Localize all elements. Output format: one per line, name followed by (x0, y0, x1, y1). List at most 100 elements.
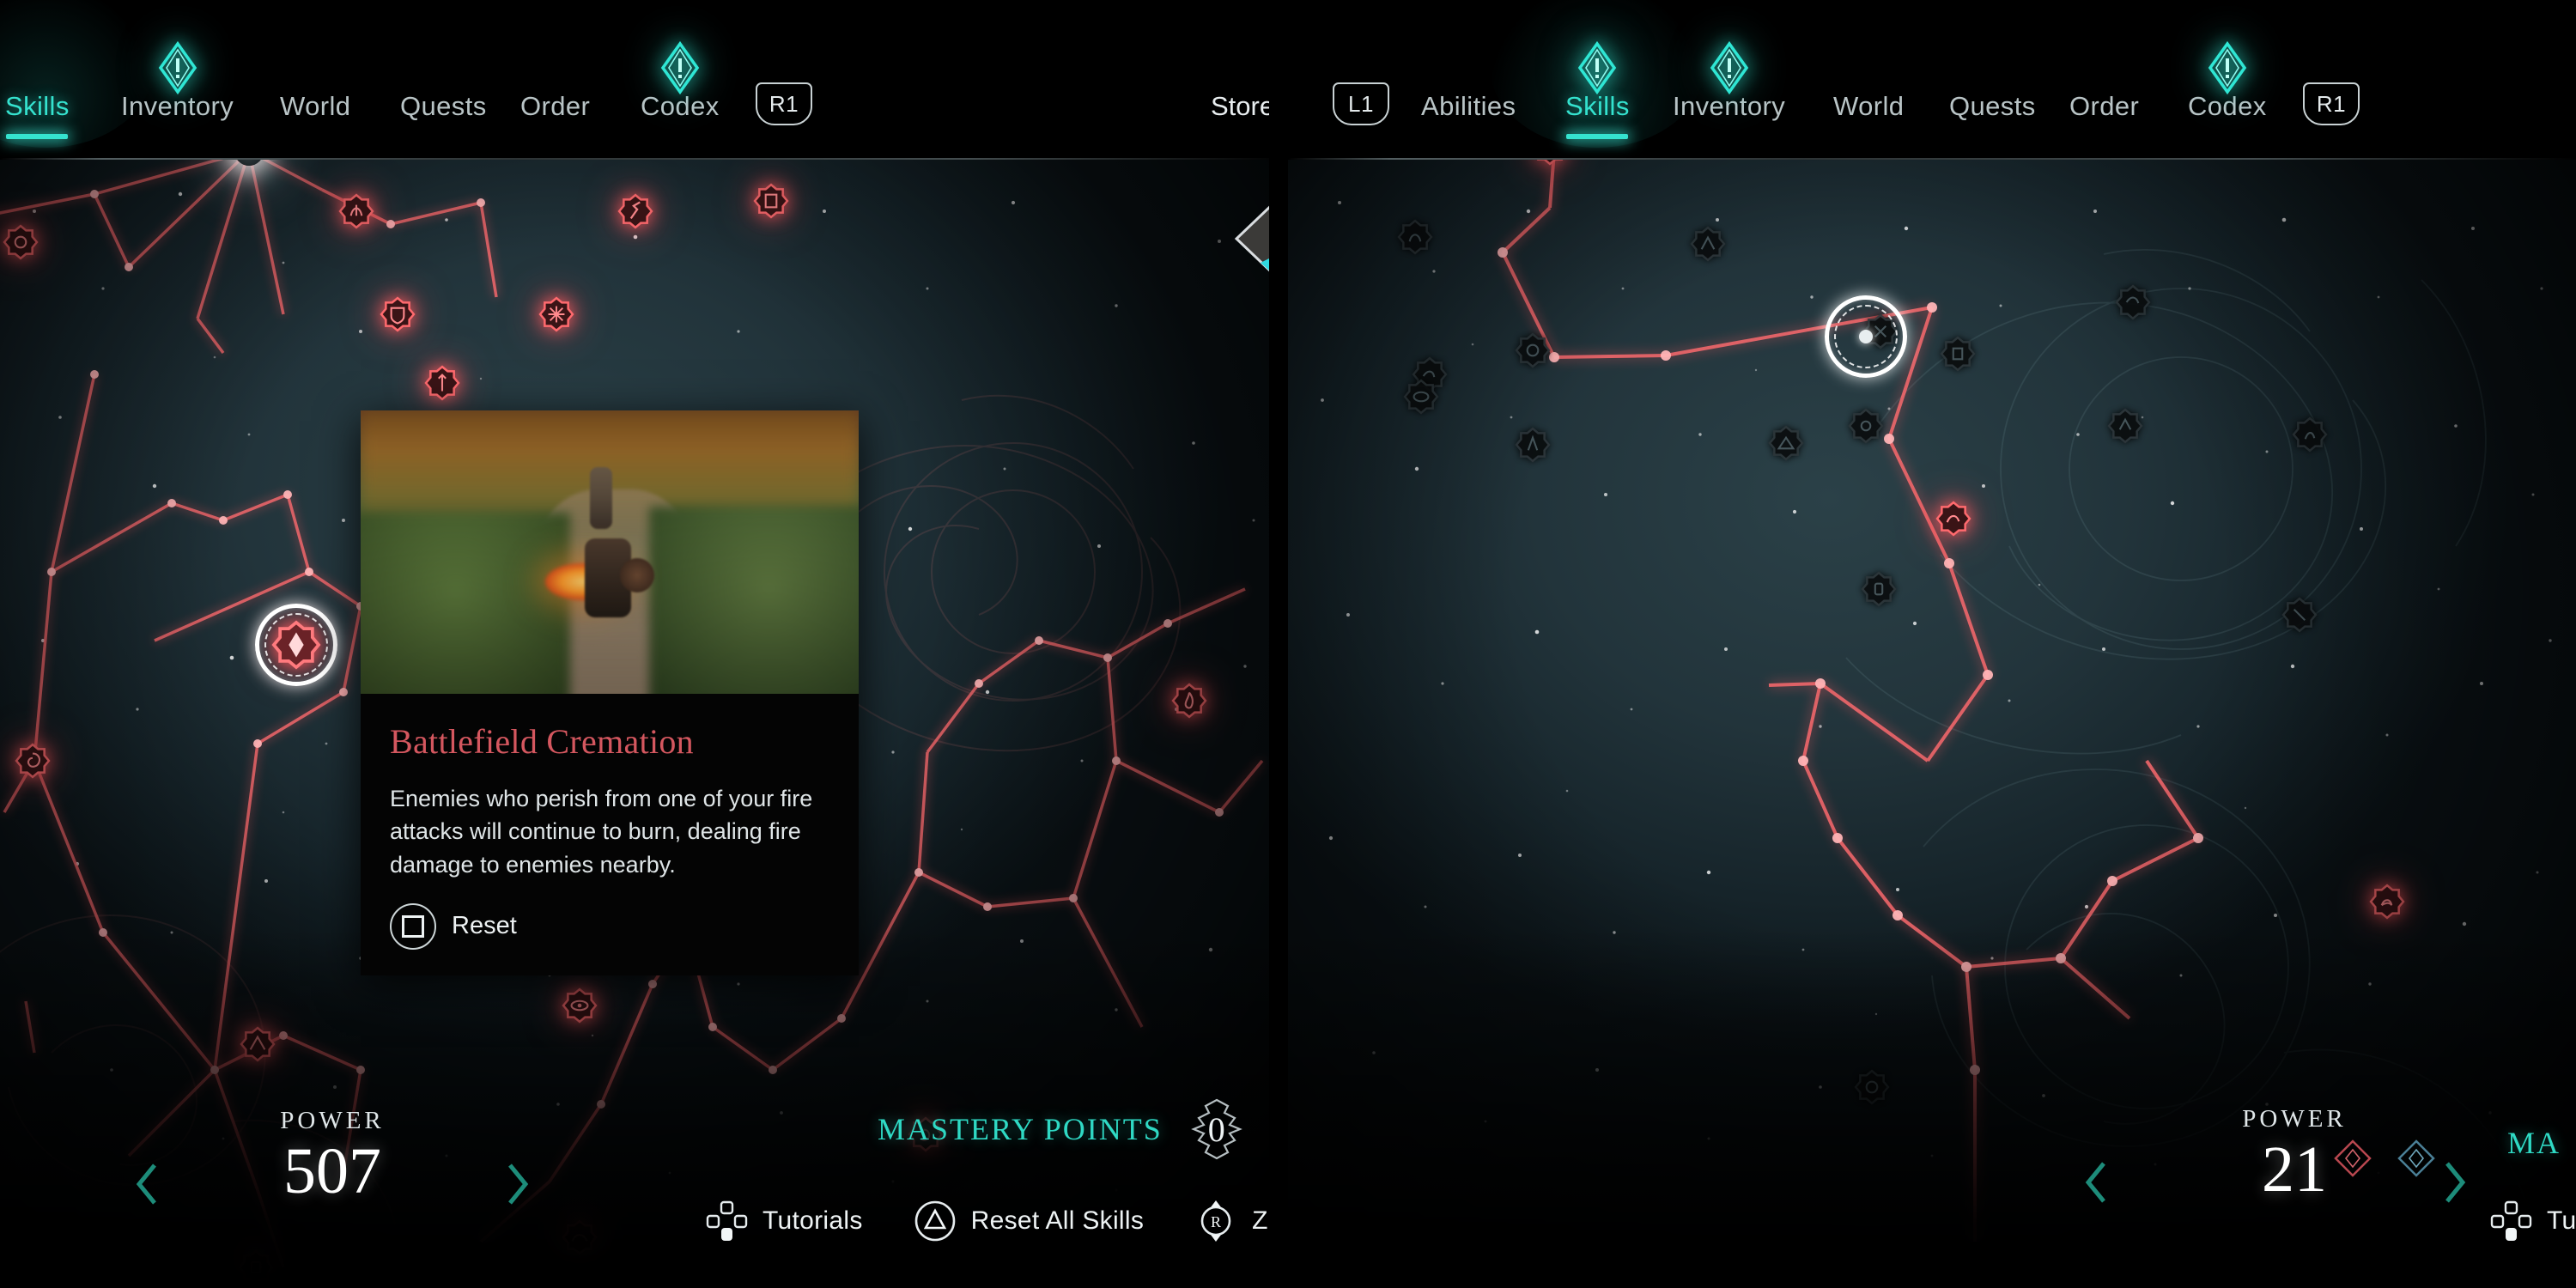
nav-item-world[interactable]: World (280, 91, 350, 122)
skill-node-locked-15[interactable] (1854, 1069, 1890, 1105)
skill-node-fire-arrow[interactable] (1171, 683, 1207, 719)
selection-cursor (255, 604, 337, 686)
nav-item-order[interactable]: Order (520, 91, 590, 122)
skill-node-locked-16[interactable] (2292, 416, 2328, 453)
reset-all-skills-button[interactable]: Reset All Skills (913, 1199, 1145, 1243)
alert-diamond-icon (1577, 41, 1617, 94)
nav-item-inventory[interactable]: Inventory (121, 41, 234, 122)
r1-label: R1 (769, 90, 799, 117)
power-next-chevron-icon[interactable] (505, 1162, 531, 1206)
skill-node-raid-cry[interactable] (338, 193, 374, 229)
right-screenshot-panel: POWER 21 MA Tu L1 Abilities Skills Inven… (1288, 0, 2576, 1288)
selection-cursor (1825, 295, 1907, 378)
r1-shoulder-chip[interactable]: R1 (756, 82, 812, 125)
power-label: POWER (2242, 1104, 2347, 1133)
skill-node-adrenaline[interactable] (240, 1026, 276, 1062)
skill-node-locked-8[interactable] (1940, 336, 1976, 372)
nav-item-codex[interactable]: Codex (641, 41, 720, 122)
nav-item-abilities[interactable]: Abilities (1421, 91, 1516, 122)
skill-node-hunter-reflex[interactable] (562, 1219, 598, 1255)
tutorials-label: Tutorials (762, 1206, 863, 1235)
skill-title: Battlefield Cremation (390, 722, 694, 761)
skill-node-rolling-dodge[interactable] (15, 743, 51, 779)
mastery-points-value: 0 (1207, 1109, 1225, 1149)
power-prev-chevron-icon[interactable] (134, 1162, 160, 1206)
skill-description: Enemies who perish from one of your fire… (390, 786, 813, 878)
nav-item-order[interactable]: Order (2069, 91, 2139, 122)
reset-all-skills-label: Reset All Skills (970, 1206, 1145, 1235)
skill-node-defense-boost[interactable] (238, 1249, 274, 1285)
left-mastery-points: MASTERY POINTS 0 (878, 1097, 1249, 1161)
l1-label: L1 (1348, 90, 1374, 117)
mastery-points-label: MASTERY POINTS (878, 1112, 1163, 1146)
skill-node-sprint[interactable] (617, 193, 653, 229)
alert-diamond-icon (1710, 41, 1749, 94)
nav-item-skills[interactable]: Skills (5, 91, 70, 122)
left-action-bar: Tutorials Reset All Skills R Zo (704, 1199, 1288, 1243)
tutorials-button[interactable]: Tutorials (2488, 1199, 2576, 1243)
nav-label: Abilities (1421, 91, 1516, 121)
right-action-bar: Tutorials (2488, 1199, 2576, 1243)
power-next-chevron-icon[interactable] (2442, 1160, 2468, 1205)
power-value: 21 (2262, 1133, 2327, 1206)
nav-item-quests[interactable]: Quests (1949, 91, 2036, 122)
nav-label: World (1833, 91, 1905, 121)
skill-node-active-mid (1948, 501, 1984, 537)
nav-label: Quests (400, 91, 487, 121)
nav-item-skills[interactable]: Skills (1565, 41, 1630, 122)
left-top-nav: Skills Inventory World Quests Order Code… (0, 0, 1288, 160)
nav-label: Skills (5, 91, 70, 121)
alert-diamond-icon (2208, 41, 2247, 94)
game-skill-tree-screen: Battlefield Cremation Enemies who perish… (0, 0, 2576, 1288)
skill-node-bear-mastery[interactable] (538, 296, 574, 332)
l1-shoulder-chip[interactable]: L1 (1333, 82, 1389, 125)
skill-node-stealth-recon[interactable] (562, 987, 598, 1024)
power-prev-chevron-icon[interactable] (2083, 1160, 2109, 1205)
skill-node-locked-1[interactable] (1397, 219, 1433, 255)
reset-skill-button[interactable]: Reset (390, 902, 829, 950)
panel-divider (1269, 0, 1288, 1288)
skill-node-fire-strike[interactable] (1532, 160, 1568, 166)
skill-node-locked-10[interactable] (1848, 408, 1884, 444)
square-button-icon (390, 902, 436, 950)
right-stick-icon: R (1194, 1199, 1238, 1243)
skill-node-stomp[interactable] (753, 183, 789, 219)
nav-label: Codex (2188, 91, 2267, 121)
nav-item-quests[interactable]: Quests (400, 91, 487, 122)
skill-node-light-foot[interactable] (3, 224, 39, 260)
skill-node-flame-burst[interactable] (2369, 884, 2405, 920)
store-label[interactable]: Store (1211, 91, 1274, 122)
power-label: POWER (280, 1106, 385, 1134)
nav-item-world[interactable]: World (1833, 91, 1904, 122)
nav-underline (1288, 158, 2576, 160)
triangle-button-icon (913, 1199, 957, 1243)
skill-node-locked-14[interactable] (2281, 597, 2318, 633)
nav-label: Codex (641, 91, 720, 121)
skill-node-locked-7[interactable] (1515, 427, 1551, 463)
skill-node-arrow-focus[interactable] (424, 365, 460, 401)
tutorials-button[interactable]: Tutorials (704, 1199, 863, 1243)
mastery-points-label: MA (2507, 1126, 2561, 1160)
nav-label: Order (2069, 91, 2140, 121)
skill-node-locked-9[interactable] (2115, 284, 2151, 320)
skill-node-locked-2[interactable] (1690, 226, 1726, 262)
r1-shoulder-chip[interactable]: R1 (2303, 82, 2360, 125)
skill-preview-image (361, 410, 859, 694)
reset-skill-label: Reset (452, 912, 517, 940)
nav-item-codex[interactable]: Codex (2188, 41, 2267, 122)
left-power-readout: POWER 507 (136, 1106, 529, 1205)
right-mastery-points: MA (2507, 1125, 2561, 1161)
nav-item-inventory[interactable]: Inventory (1673, 41, 1785, 122)
left-screenshot-panel: Battlefield Cremation Enemies who perish… (0, 0, 1288, 1288)
skill-node-locked-13[interactable] (1861, 571, 1897, 607)
svg-text:R: R (1211, 1213, 1221, 1230)
skill-node-locked-11[interactable] (2107, 408, 2143, 444)
skill-node-shield-bash[interactable] (380, 296, 416, 332)
skill-node-locked-3[interactable] (1515, 332, 1551, 368)
nav-label: Skills (1565, 91, 1630, 121)
skill-node-locked-12[interactable] (1768, 425, 1804, 461)
right-power-readout: POWER 21 (2085, 1104, 2466, 1206)
skill-node-locked-6[interactable] (1403, 379, 1439, 415)
tutorials-label: Tutorials (2547, 1206, 2576, 1235)
nav-label: Quests (1949, 91, 2036, 121)
